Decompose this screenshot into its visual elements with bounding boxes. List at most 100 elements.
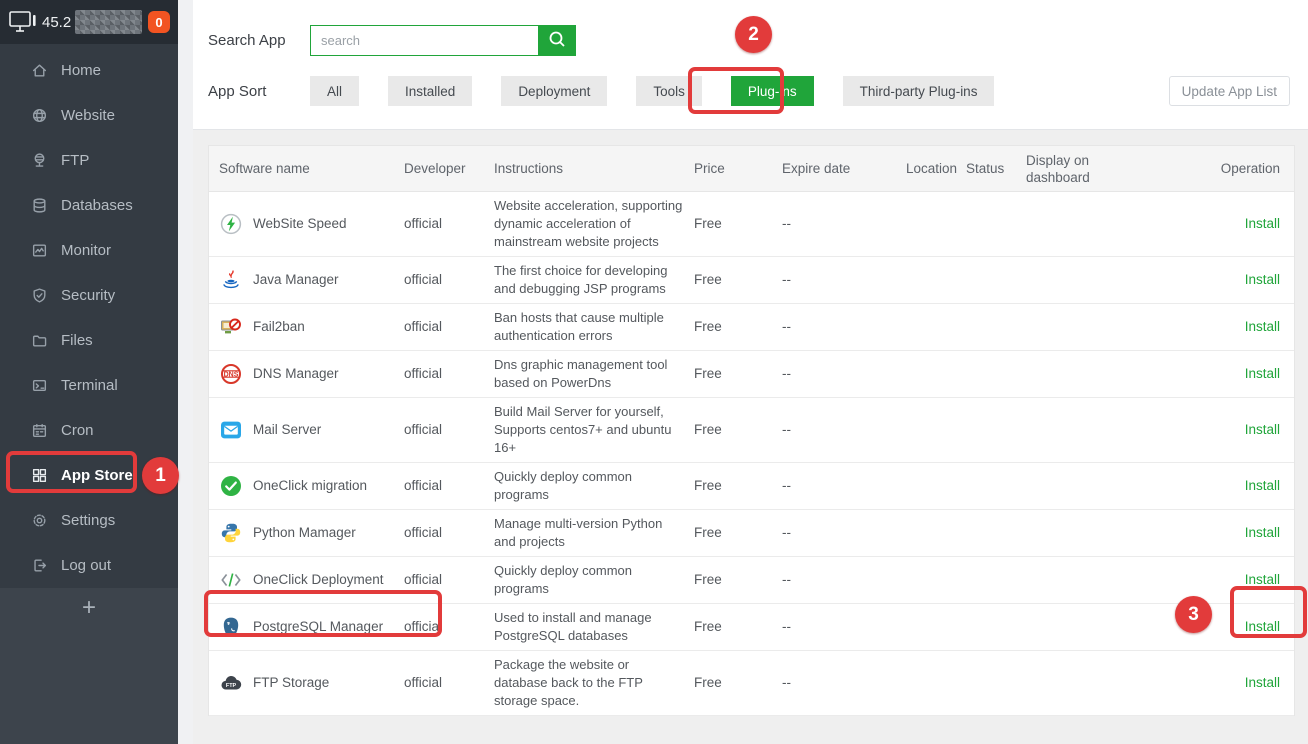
- price-cell: Free: [694, 571, 782, 589]
- developer-cell: official: [404, 674, 494, 692]
- sidebar-item-terminal[interactable]: Terminal: [0, 363, 178, 408]
- app-name[interactable]: OneClick Deployment: [253, 571, 384, 589]
- table-row-oneclick-migration: OneClick migrationofficialQuickly deploy…: [209, 463, 1294, 510]
- add-shortcut-button[interactable]: +: [0, 594, 178, 622]
- price-cell: Free: [694, 365, 782, 383]
- server-header[interactable]: 45.2 0: [0, 0, 178, 44]
- sidebar-bottom-panel: +: [0, 588, 178, 744]
- app-name[interactable]: Java Manager: [253, 271, 339, 289]
- column-header-status: Status: [966, 160, 1026, 177]
- instructions-cell: The first choice for developing and debu…: [494, 262, 694, 298]
- sidebar-item-databases[interactable]: Databases: [0, 183, 178, 228]
- ftp-storage-app-icon: FTP: [219, 671, 243, 695]
- app-name[interactable]: DNS Manager: [253, 365, 339, 383]
- search-input[interactable]: [310, 25, 538, 56]
- table-body: WebSite SpeedofficialWebsite acceleratio…: [209, 192, 1294, 716]
- sidebar-item-cron[interactable]: Cron: [0, 408, 178, 453]
- app-table: Software nameDeveloperInstructionsPriceE…: [208, 145, 1295, 716]
- install-link[interactable]: Install: [1245, 572, 1280, 587]
- developer-cell: official: [404, 477, 494, 495]
- price-cell: Free: [694, 477, 782, 495]
- price-cell: Free: [694, 421, 782, 439]
- app-name[interactable]: Python Mamager: [253, 524, 356, 542]
- filter-plug-ins[interactable]: Plug-ins: [731, 76, 814, 106]
- sidebar-item-label: FTP: [61, 152, 89, 169]
- operation-cell: Install: [1136, 271, 1282, 289]
- install-link[interactable]: Install: [1245, 366, 1280, 381]
- instructions-cell: Build Mail Server for yourself, Supports…: [494, 403, 694, 457]
- operation-cell: Install: [1136, 318, 1282, 336]
- app-name[interactable]: FTP Storage: [253, 674, 329, 692]
- security-icon: [30, 287, 48, 305]
- app-list-area: Software nameDeveloperInstructionsPriceE…: [193, 130, 1308, 716]
- table-row-ftp-storage: FTP FTP Storage officialPackage the websit…: [209, 651, 1294, 716]
- price-cell: Free: [694, 524, 782, 542]
- sidebar-item-label: Files: [61, 332, 93, 349]
- table-row-java-manager: Java ManagerofficialThe first choice for…: [209, 257, 1294, 304]
- instructions-cell: Package the website or database back to …: [494, 656, 694, 710]
- sidebar-item-monitor[interactable]: Monitor: [0, 228, 178, 273]
- install-link[interactable]: Install: [1245, 675, 1280, 690]
- install-link[interactable]: Install: [1245, 525, 1280, 540]
- filter-all[interactable]: All: [310, 76, 359, 106]
- files-icon: [30, 332, 48, 350]
- sidebar-item-website[interactable]: Website: [0, 93, 178, 138]
- postgresql-manager-app-icon: [219, 615, 243, 639]
- app-name[interactable]: OneClick migration: [253, 477, 367, 495]
- expire-date-cell: --: [782, 271, 906, 289]
- operation-cell: Install: [1136, 524, 1282, 542]
- website-speed-app-icon: [219, 212, 243, 236]
- sidebar-item-app-store[interactable]: App Store: [0, 453, 178, 498]
- message-count-badge[interactable]: 0: [148, 11, 170, 33]
- operation-cell: Install: [1136, 618, 1282, 636]
- sidebar-item-log-out[interactable]: Log out: [0, 543, 178, 588]
- column-header-location: Location: [906, 160, 966, 177]
- app-name[interactable]: Mail Server: [253, 421, 321, 439]
- home-icon: [30, 62, 48, 80]
- price-cell: Free: [694, 618, 782, 636]
- search-button[interactable]: [538, 25, 576, 56]
- sidebar-item-security[interactable]: Security: [0, 273, 178, 318]
- filter-third-party-plug-ins[interactable]: Third-party Plug-ins: [843, 76, 995, 106]
- website-icon: [30, 107, 48, 125]
- expire-date-cell: --: [782, 421, 906, 439]
- sidebar-item-home[interactable]: Home: [0, 48, 178, 93]
- search-app-label: Search App: [208, 32, 310, 49]
- operation-cell: Install: [1136, 421, 1282, 439]
- search-icon: [547, 29, 567, 52]
- filter-tools[interactable]: Tools: [636, 76, 702, 106]
- app-name[interactable]: PostgreSQL Manager: [253, 618, 383, 636]
- update-app-list-button[interactable]: Update App List: [1169, 76, 1290, 106]
- install-link[interactable]: Install: [1245, 422, 1280, 437]
- install-link[interactable]: Install: [1245, 216, 1280, 231]
- developer-cell: official: [404, 524, 494, 542]
- column-header-developer: Developer: [404, 160, 494, 177]
- install-link[interactable]: Install: [1245, 619, 1280, 634]
- sidebar-item-files[interactable]: Files: [0, 318, 178, 363]
- ftp-icon: [30, 152, 48, 170]
- column-header-instructions: Instructions: [494, 160, 694, 177]
- python-mamager-app-icon: [219, 521, 243, 545]
- app-name[interactable]: WebSite Speed: [253, 215, 347, 233]
- filter-installed[interactable]: Installed: [388, 76, 472, 106]
- operation-cell: Install: [1136, 365, 1282, 383]
- sidebar-item-label: Terminal: [61, 377, 118, 394]
- sidebar-item-label: Security: [61, 287, 115, 304]
- install-link[interactable]: Install: [1245, 319, 1280, 334]
- oneclick-migration-app-icon: [219, 474, 243, 498]
- table-row-postgresql-manager: PostgreSQL ManagerofficialUsed to instal…: [209, 604, 1294, 651]
- sidebar-item-ftp[interactable]: FTP: [0, 138, 178, 183]
- sidebar-item-settings[interactable]: Settings: [0, 498, 178, 543]
- app-store-toolbar: Search App App Sort AllInstalledDeployme…: [193, 0, 1308, 130]
- app-name[interactable]: Fail2ban: [253, 318, 305, 336]
- install-link[interactable]: Install: [1245, 272, 1280, 287]
- install-link[interactable]: Install: [1245, 478, 1280, 493]
- developer-cell: official: [404, 318, 494, 336]
- filter-buttons: All Installed Deployment Tools Plug-ins Third…: [310, 76, 1023, 106]
- instructions-cell: Quickly deploy common programs: [494, 562, 694, 598]
- server-ip-label: 45.2: [42, 14, 71, 31]
- search-box: [310, 25, 576, 56]
- column-header-software-name: Software name: [219, 160, 404, 177]
- filter-deployment[interactable]: Deployment: [501, 76, 607, 106]
- appstore-icon: [30, 467, 48, 485]
